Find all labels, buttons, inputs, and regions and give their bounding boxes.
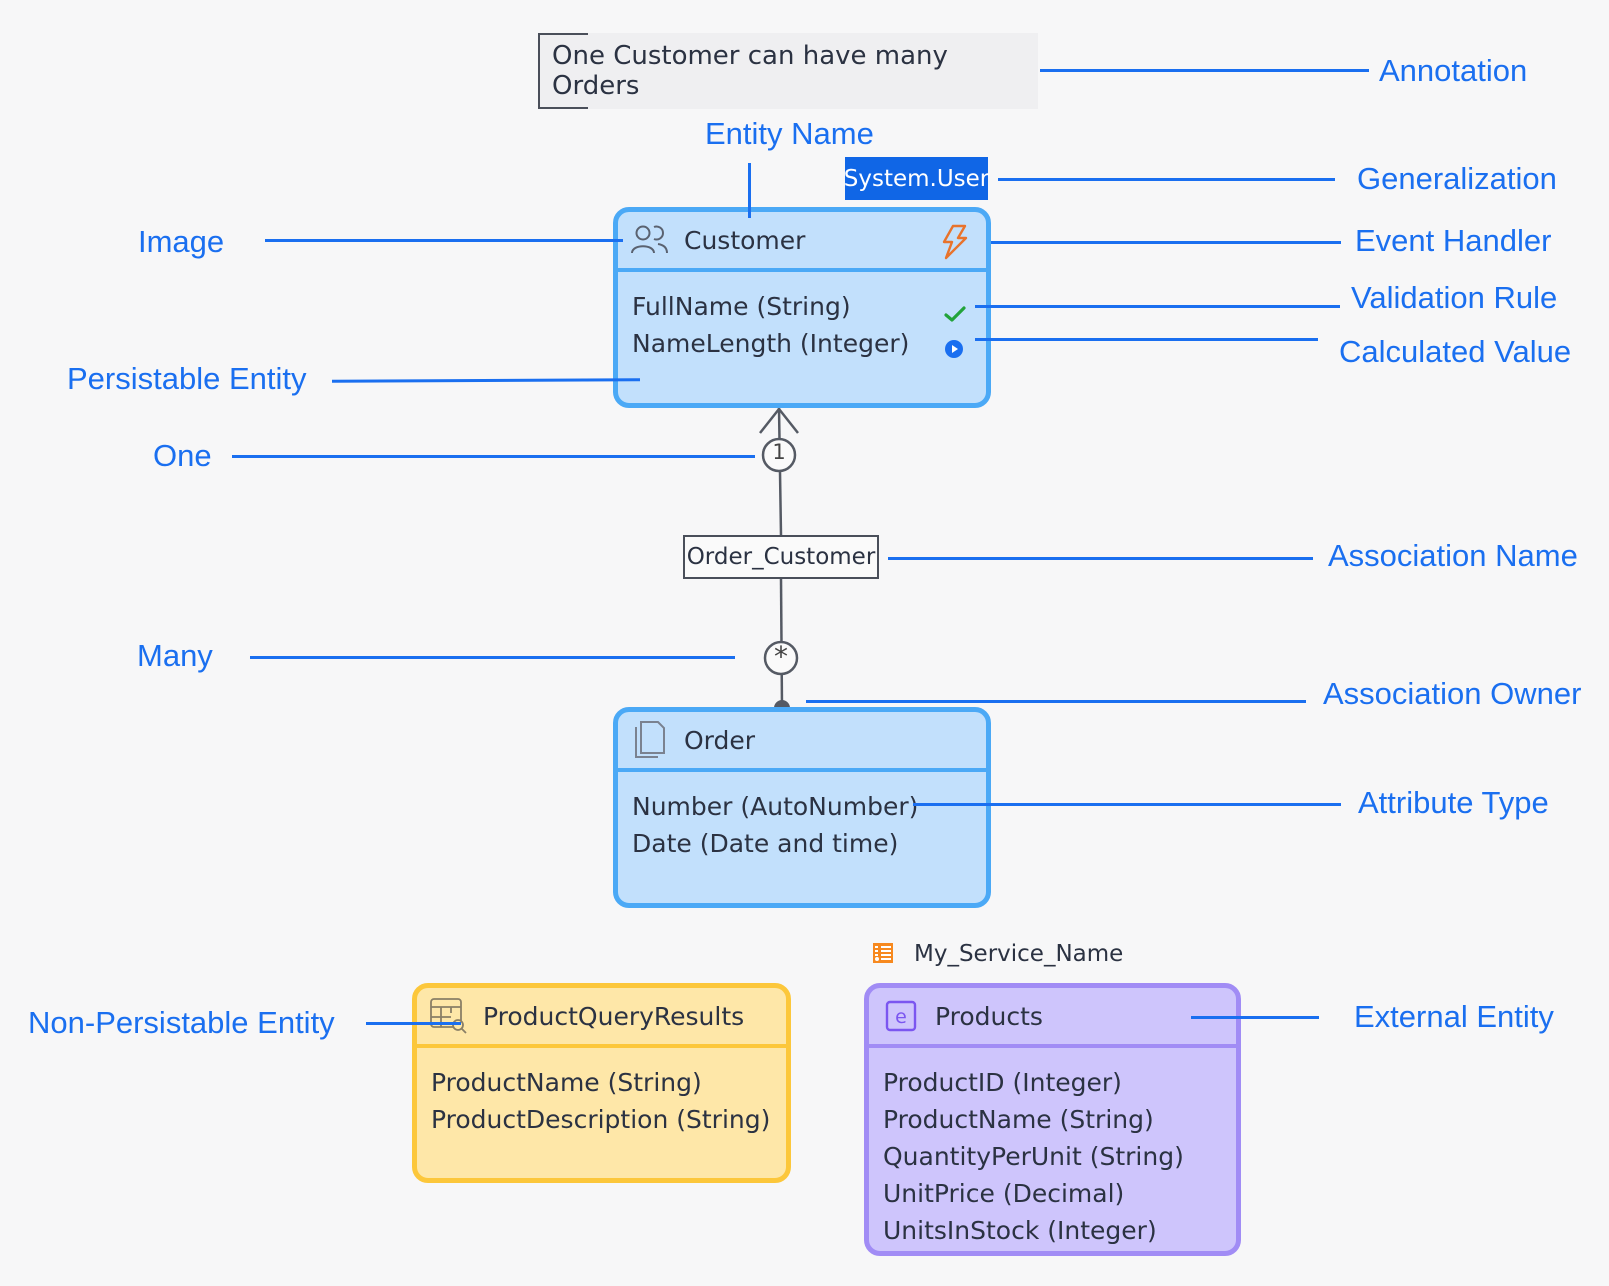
callout-attribute-type: Attribute Type bbox=[1358, 785, 1549, 820]
leader-non-persistable-entity bbox=[366, 1022, 461, 1025]
attribute-row[interactable]: Number (AutoNumber) bbox=[632, 788, 972, 825]
callout-association-name: Association Name bbox=[1328, 538, 1578, 573]
many-multiplicity-label: * bbox=[774, 640, 788, 673]
validation-check-icon bbox=[944, 296, 966, 333]
callout-image: Image bbox=[138, 224, 225, 259]
leader-validation-rule bbox=[975, 305, 1340, 308]
callout-validation-rule: Validation Rule bbox=[1351, 280, 1558, 315]
attribute-row[interactable]: ProductName (String) bbox=[431, 1064, 772, 1101]
attribute-row[interactable]: Date (Date and time) bbox=[632, 825, 972, 862]
odata-service-icon bbox=[872, 942, 896, 966]
attribute-row[interactable]: NameLength (Integer) bbox=[632, 325, 972, 362]
leader-association-name bbox=[888, 557, 1313, 560]
callout-annotation: Annotation bbox=[1379, 53, 1528, 88]
external-e-icon: e bbox=[881, 996, 921, 1036]
entity-product-query-results[interactable]: ProductQueryResults ProductName (String)… bbox=[412, 983, 791, 1183]
attribute-row[interactable]: QuantityPerUnit (String) bbox=[883, 1138, 1222, 1175]
attribute-row[interactable]: ProductName (String) bbox=[883, 1101, 1222, 1138]
service-name: My_Service_Name bbox=[914, 941, 1124, 967]
callout-association-owner: Association Owner bbox=[1323, 676, 1582, 711]
attribute-row[interactable]: UnitsInStock (Integer) bbox=[883, 1212, 1222, 1249]
leader-association-owner bbox=[806, 700, 1306, 703]
callout-external-entity: External Entity bbox=[1354, 999, 1554, 1034]
entity-header[interactable]: Order bbox=[618, 712, 986, 772]
table-search-icon bbox=[429, 996, 469, 1036]
leader-one bbox=[232, 455, 755, 458]
callout-generalization: Generalization bbox=[1357, 161, 1557, 196]
callout-non-persistable-entity: Non-Persistable Entity bbox=[28, 1005, 335, 1040]
calculated-play-icon bbox=[944, 332, 964, 369]
entity-header[interactable]: e Products bbox=[869, 988, 1236, 1048]
association-name-box[interactable]: Order_Customer bbox=[683, 535, 879, 579]
callout-entity-name: Entity Name bbox=[705, 116, 874, 151]
leader-image bbox=[265, 239, 623, 242]
entity-name: Products bbox=[935, 1001, 1043, 1031]
callout-one: One bbox=[153, 438, 212, 473]
one-multiplicity-label: 1 bbox=[772, 440, 786, 464]
entity-name: Order bbox=[684, 725, 756, 755]
callout-many: Many bbox=[137, 638, 213, 673]
users-icon bbox=[630, 220, 670, 260]
leader-entity-name bbox=[748, 163, 751, 218]
attribute-row[interactable]: UnitPrice (Decimal) bbox=[883, 1175, 1222, 1212]
leader-attribute-type bbox=[913, 803, 1341, 806]
leader-calculated-value bbox=[975, 338, 1318, 341]
attribute-row[interactable]: ProductID (Integer) bbox=[883, 1064, 1222, 1101]
leader-many bbox=[250, 656, 735, 659]
entity-name: Customer bbox=[684, 225, 806, 255]
callout-event-handler: Event Handler bbox=[1355, 223, 1552, 258]
svg-text:e: e bbox=[895, 1006, 907, 1028]
callout-calculated-value: Calculated Value bbox=[1339, 334, 1572, 369]
attribute-row[interactable]: FullName (String) bbox=[632, 288, 972, 325]
leader-event-handler bbox=[991, 241, 1341, 244]
leader-external-entity bbox=[1191, 1016, 1319, 1019]
entity-header[interactable]: ProductQueryResults bbox=[417, 988, 786, 1048]
lightning-icon[interactable] bbox=[940, 224, 968, 266]
leader-generalization bbox=[998, 178, 1335, 181]
entity-name: ProductQueryResults bbox=[483, 1001, 745, 1031]
attribute-row[interactable]: ProductDescription (String) bbox=[431, 1101, 772, 1138]
entity-order[interactable]: Order Number (AutoNumber) Date (Date and… bbox=[613, 707, 991, 908]
leader-annotation bbox=[1040, 69, 1369, 72]
entity-customer[interactable]: Customer FullName (String) NameLength (I… bbox=[613, 207, 991, 408]
service-label[interactable]: My_Service_Name bbox=[872, 941, 1123, 967]
documents-icon bbox=[630, 720, 670, 760]
entity-products[interactable]: e Products ProductID (Integer) ProductNa… bbox=[864, 983, 1241, 1256]
entity-header[interactable]: Customer bbox=[618, 212, 986, 272]
callout-persistable-entity: Persistable Entity bbox=[67, 361, 307, 396]
